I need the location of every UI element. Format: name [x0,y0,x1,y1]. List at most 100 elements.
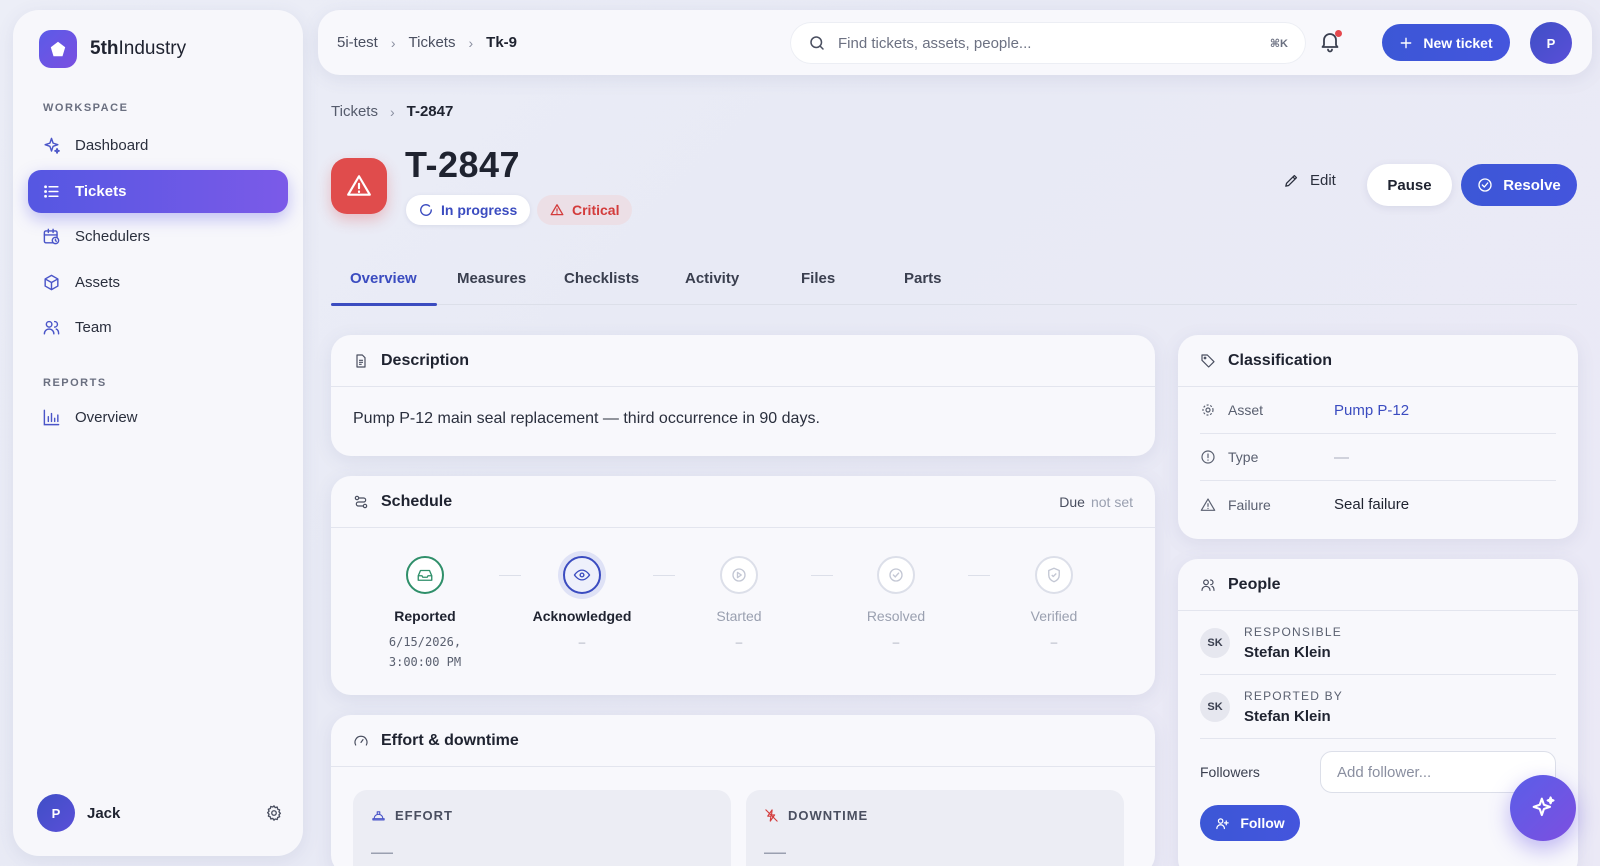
downtime-metric[interactable]: DOWNTIME — [746,790,1124,866]
tag-icon [1201,353,1215,368]
priority-label: Critical [572,202,620,218]
sidebar-item-schedulers[interactable]: Schedulers [28,215,288,258]
users-icon [1201,578,1215,591]
cube-icon [44,274,59,291]
due-date[interactable]: Due not set [1059,494,1133,510]
zap-off-icon [765,809,778,822]
document-icon [356,353,366,368]
ticket-priority-badge [331,158,387,214]
tab-measures[interactable]: Measures [457,270,526,287]
step-acknowledged: Acknowledged – [507,556,657,652]
resolve-button[interactable]: Resolve [1461,164,1577,206]
resolve-label: Resolve [1503,176,1561,194]
sidebar-item-label: Schedulers [75,228,151,245]
pause-button[interactable]: Pause [1367,164,1452,206]
search-bar[interactable]: ⌘K [790,22,1306,64]
sidebar-item-assets[interactable]: Assets [28,261,288,304]
failure-value[interactable]: Seal failure [1334,496,1409,513]
route-icon [354,495,368,508]
card-title: People [1228,575,1281,593]
step-timestamp: – [1050,635,1058,649]
avatar[interactable]: P [1530,22,1572,64]
card-title: Effort & downtime [381,731,519,749]
tab-activity[interactable]: Activity [685,270,739,287]
breadcrumb-workspace[interactable]: 5i-test [337,34,378,51]
step-label: Started [716,608,762,624]
person-name: Stefan Klein [1244,707,1331,725]
tab-parts[interactable]: Parts [904,270,942,287]
sidebar-item-overview[interactable]: Overview [28,396,288,439]
status-label: In progress [441,202,518,218]
calendar-clock-icon [43,228,60,245]
brand-logo-icon [39,30,77,68]
step-timestamp: 6/15/2026, 3:00:00 PM [388,635,462,669]
cog-icon [1202,404,1214,416]
search-input[interactable] [838,34,1258,52]
sparkle-icon [44,137,60,154]
chevron-right-icon: › [389,103,395,120]
ai-assistant-button[interactable] [1510,775,1576,841]
effort-metric[interactable]: EFFORT — [353,790,731,866]
sidebar-item-team[interactable]: Team [28,306,288,349]
topbar: 5i-test › Tickets › Tk-9 ⌘K New ticket P [318,10,1592,75]
tab-bar: Overview Measures Checklists Activity Fi… [331,262,1577,306]
breadcrumb-tickets[interactable]: Tickets [409,34,456,51]
chevron-right-icon: › [468,34,474,51]
brand[interactable]: 5thIndustry [39,30,186,68]
breadcrumb-tickets[interactable]: Tickets [331,103,378,120]
edit-button[interactable]: Edit [1283,172,1336,189]
search-shortcut: ⌘K [1269,37,1288,50]
info-circle-icon [1201,450,1215,464]
tab-files[interactable]: Files [801,270,835,287]
reporter-person[interactable]: SK REPORTED BY Stefan Klein [1200,675,1556,739]
sidebar: 5thIndustry WORKSPACE Dashboard Tickets … [13,10,303,856]
page-title: T-2847 [405,144,521,185]
tab-overview[interactable]: Overview [350,270,417,287]
schedule-card: Schedule Due not set Reported 6/15/2026, 3… [331,476,1155,695]
search-icon [810,36,824,50]
sidebar-item-label: Team [75,319,112,336]
page-breadcrumb: Tickets › T-2847 [331,103,453,120]
play-icon [720,556,758,594]
check-circle-icon [1478,178,1492,192]
card-header: Description [331,335,1155,387]
status-badge[interactable]: In progress [406,195,531,225]
notifications-button[interactable] [1318,29,1344,55]
card-header: Classification [1178,335,1578,387]
step-timestamp: – [735,635,743,649]
sidebar-item-label: Assets [75,274,121,291]
breadcrumb-current: T-2847 [406,103,454,120]
tab-checklists[interactable]: Checklists [564,270,639,287]
follow-button[interactable]: Follow [1200,805,1300,841]
chevron-right-icon: › [390,34,396,51]
step-started: Started – [664,556,814,652]
step-timestamp: – [892,635,900,649]
role-label: RESPONSIBLE [1244,624,1342,639]
step-verified: Verified – [979,556,1129,652]
sidebar-item-dashboard[interactable]: Dashboard [28,124,288,167]
priority-badge[interactable]: Critical [537,195,633,225]
step-label: Verified [1030,608,1078,624]
avatar[interactable]: P [37,794,75,832]
step-label: Acknowledged [532,608,632,624]
follow-label: Follow [1240,815,1285,831]
downtime-value: — [764,839,786,864]
list-icon [44,185,59,198]
card-header: Schedule Due not set [331,476,1155,528]
sidebar-item-tickets[interactable]: Tickets [28,170,288,213]
new-ticket-label: New ticket [1423,34,1493,51]
settings-gear-icon[interactable] [265,804,283,822]
field-label: Asset [1228,402,1264,418]
person-name: Stefan Klein [1244,643,1331,661]
new-ticket-button[interactable]: New ticket [1382,24,1510,61]
breadcrumb-current: Tk-9 [486,34,517,51]
user-plus-icon [1216,817,1230,829]
asset-link[interactable]: Pump P-12 [1334,402,1409,419]
shield-check-icon [1035,556,1073,594]
card-title: Description [381,351,470,369]
step-label: Resolved [866,608,926,624]
type-value[interactable]: — [1334,449,1349,466]
followers-row: Followers [1200,751,1556,793]
responsible-person[interactable]: SK RESPONSIBLE Stefan Klein [1200,611,1556,675]
step-reported: Reported 6/15/2026, 3:00:00 PM [350,556,500,672]
